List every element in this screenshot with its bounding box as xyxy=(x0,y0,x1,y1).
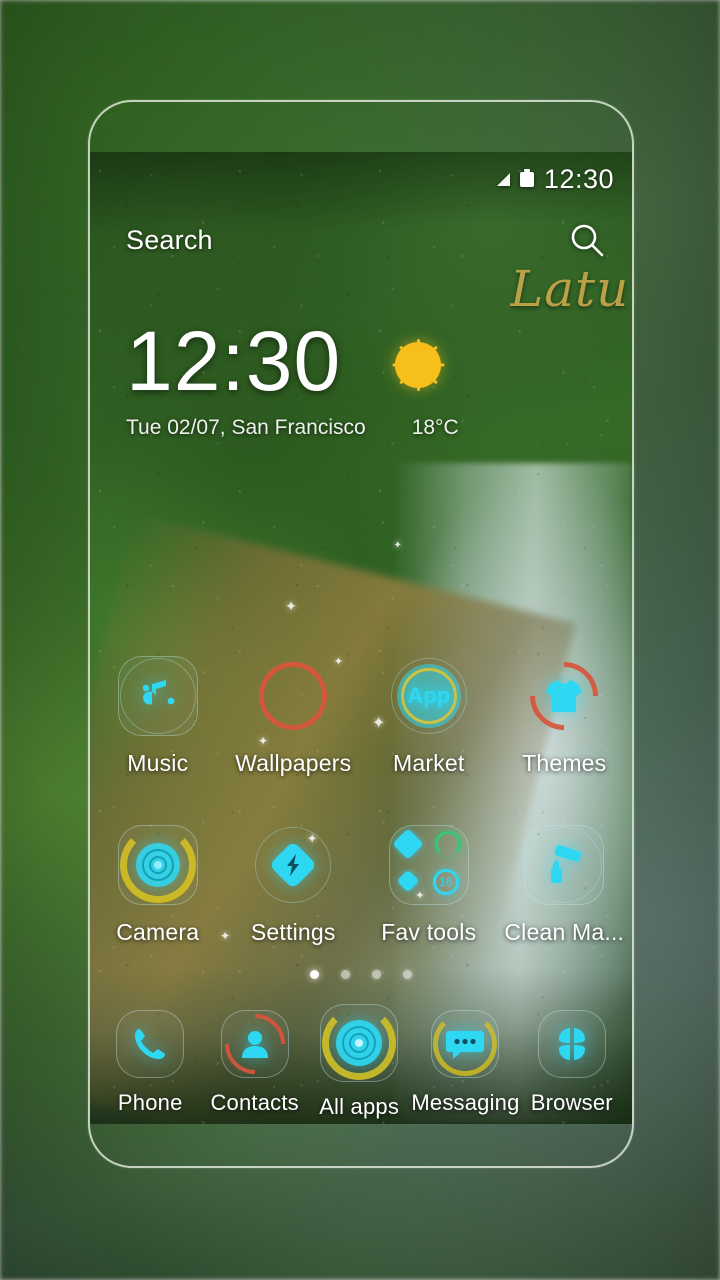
clock-widget-time: 12:30 xyxy=(126,314,342,408)
phone-handset-icon[interactable] xyxy=(112,1006,188,1082)
search-icon[interactable] xyxy=(568,221,606,259)
app-cell-music[interactable]: Music xyxy=(90,652,226,777)
dock-item-messaging[interactable]: Messaging xyxy=(411,1006,519,1120)
page-indicator[interactable] xyxy=(90,970,632,979)
app-label: Themes xyxy=(522,750,607,776)
phone-screen: ✦ ✦ ✦ ✦ ✦ ✦ ✦ ✦ 12:30 Search Latu 12:30 … xyxy=(90,152,632,1124)
mini-diamond-icon xyxy=(392,828,424,860)
sun-icon xyxy=(395,338,442,391)
status-bar-clock: 12:30 xyxy=(543,163,614,194)
music-note-icon[interactable] xyxy=(114,652,202,740)
tshirt-glyph xyxy=(543,677,585,715)
app-label: Browser xyxy=(530,1090,613,1115)
app-label: Fav tools xyxy=(381,919,477,945)
app-label: Market xyxy=(393,750,465,776)
battery-icon xyxy=(519,168,534,187)
search-input[interactable]: Search xyxy=(126,225,213,256)
status-bar: 12:30 xyxy=(90,152,632,206)
app-label: Phone xyxy=(117,1090,183,1115)
app-label: Messaging xyxy=(411,1090,520,1115)
app-cell-market[interactable]: App Market xyxy=(361,652,497,777)
themes-tshirt-icon[interactable] xyxy=(516,647,613,745)
dock-item-browser[interactable]: Browser xyxy=(520,1006,624,1120)
mini-gauge-icon xyxy=(434,831,461,857)
wallpapers-ring xyxy=(259,662,328,730)
clock-weather-widget[interactable]: 12:30 Tue 02/07, San Francisco 18°C xyxy=(126,314,596,440)
app-grid-row: Camera Settings 16 Fav tools Clean Ma... xyxy=(90,821,632,946)
phone-handset-glyph xyxy=(131,1025,169,1063)
person-glyph xyxy=(238,1027,272,1061)
app-cell-fav-tools[interactable]: 16 Fav tools xyxy=(361,821,497,946)
dock-item-phone[interactable]: Phone xyxy=(98,1006,202,1120)
clock-widget-date-location: Tue 02/07, San Francisco xyxy=(126,415,366,439)
browser-glyph xyxy=(552,1024,592,1064)
signal-triangle-icon xyxy=(496,172,510,186)
clean-master-roller-icon[interactable] xyxy=(520,821,608,909)
all-apps-icon[interactable] xyxy=(316,1000,402,1086)
contacts-person-icon[interactable] xyxy=(212,1001,298,1087)
app-cell-clean-master[interactable]: Clean Ma... xyxy=(497,821,633,946)
decorative-script-watermark: Latu xyxy=(510,260,630,318)
app-label: Clean Ma... xyxy=(504,919,625,945)
dock-item-contacts[interactable]: Contacts xyxy=(202,1001,306,1120)
clock-widget-main: 12:30 xyxy=(126,314,596,408)
settings-bolt-icon[interactable] xyxy=(249,821,337,909)
app-grid-row: Music Wallpapers App Market Themes xyxy=(90,647,633,777)
page-dot[interactable] xyxy=(403,970,412,979)
app-cell-wallpapers[interactable]: Wallpapers xyxy=(226,652,362,777)
clock-widget-temperature: 18°C xyxy=(411,415,459,439)
home-app-grid: Music Wallpapers App Market Themes Camer… xyxy=(90,647,633,946)
app-label: Contacts xyxy=(210,1090,299,1115)
browser-icon[interactable] xyxy=(534,1006,610,1082)
page-dot-active[interactable] xyxy=(310,970,319,979)
mini-diamond-icon xyxy=(396,869,420,893)
app-label: Camera xyxy=(116,919,200,945)
chat-bubble-glyph xyxy=(445,1027,485,1061)
camera-lens-icon[interactable] xyxy=(114,821,202,909)
page-dot[interactable] xyxy=(341,970,350,979)
app-cell-camera[interactable]: Camera xyxy=(90,821,226,946)
dock-item-all-apps[interactable]: All apps xyxy=(307,1004,411,1120)
folder-mini-grid: 16 xyxy=(389,825,469,905)
music-note-glyph xyxy=(136,674,180,718)
app-cell-themes[interactable]: Themes xyxy=(497,647,633,777)
clock-widget-sub: Tue 02/07, San Francisco 18°C xyxy=(126,416,596,440)
settings-bolt-glyph xyxy=(265,837,321,893)
page-dot[interactable] xyxy=(372,970,381,979)
dock-row: Phone Contacts All apps Messaging Browse… xyxy=(98,1001,624,1120)
app-cell-settings[interactable]: Settings xyxy=(226,821,362,946)
messaging-bubble-icon[interactable] xyxy=(427,1006,503,1082)
app-label: Settings xyxy=(250,919,336,945)
app-label: Wallpapers xyxy=(235,750,352,776)
app-label: Music xyxy=(127,750,189,776)
wallpapers-icon[interactable] xyxy=(249,652,337,740)
fav-tools-folder-icon[interactable]: 16 xyxy=(385,821,473,909)
mini-badge-icon: 16 xyxy=(432,869,459,895)
camera-lens-glyph xyxy=(132,839,184,891)
dock: Phone Contacts All apps Messaging Browse… xyxy=(90,1001,632,1120)
app-label: All apps xyxy=(319,1094,400,1119)
market-app-text: App xyxy=(407,683,451,708)
all-apps-glyph xyxy=(331,1015,387,1071)
market-app-icon[interactable]: App xyxy=(385,652,473,740)
paint-roller-glyph xyxy=(541,842,587,888)
